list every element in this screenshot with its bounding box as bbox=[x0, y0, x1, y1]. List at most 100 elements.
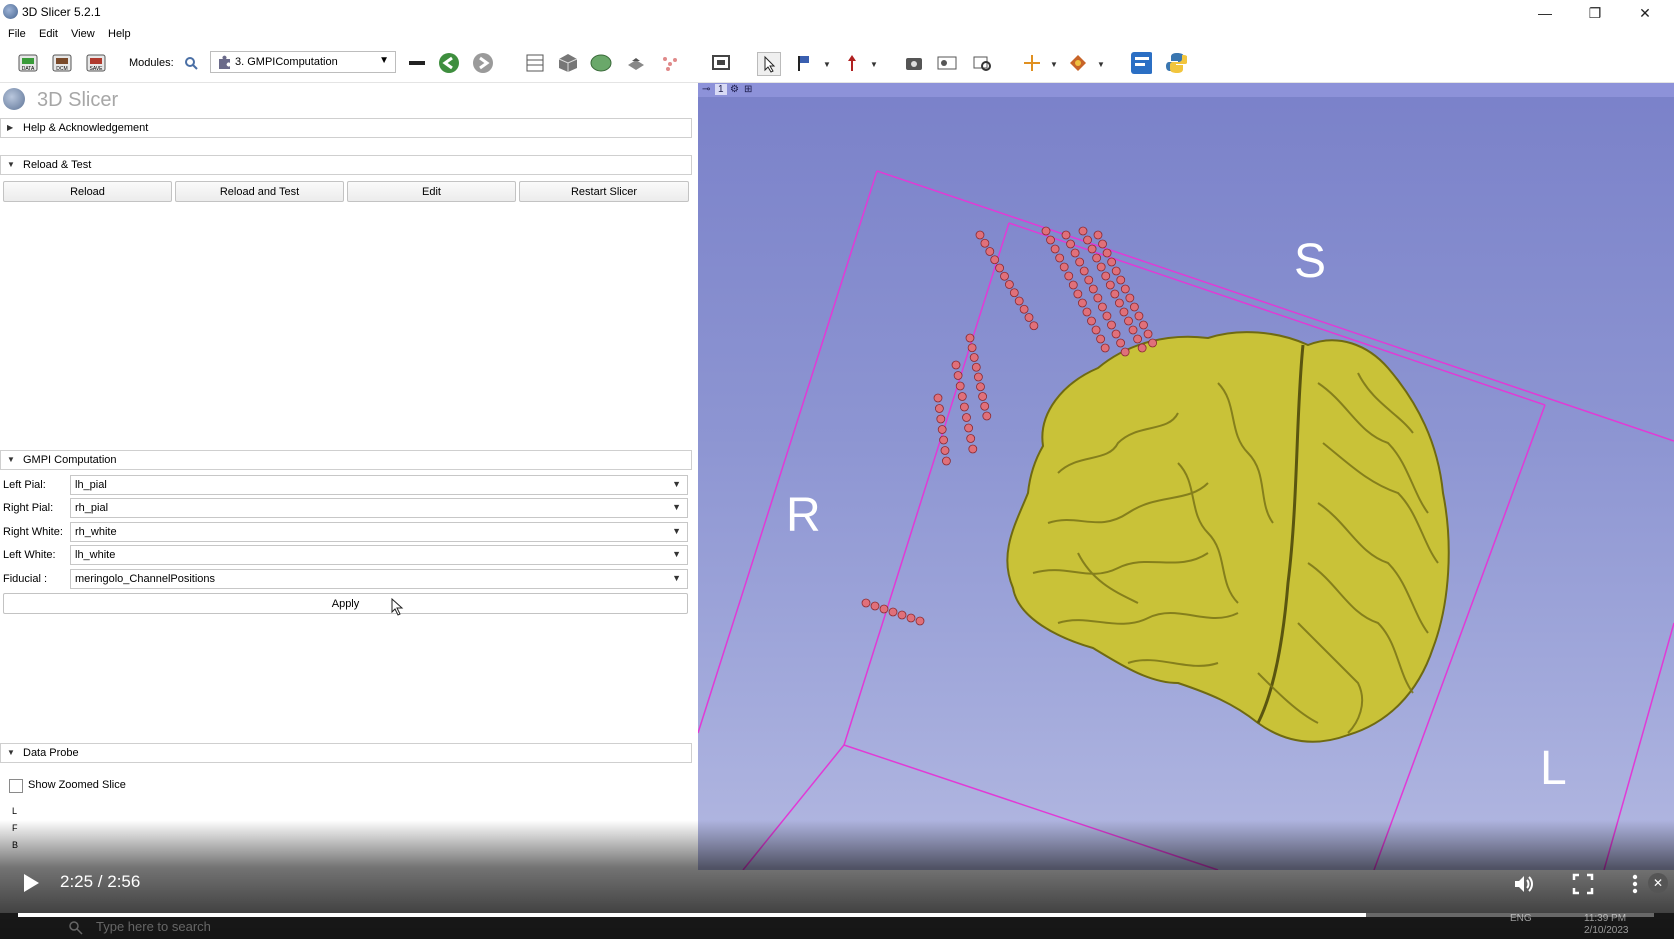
restart-slicer-button[interactable]: Restart Slicer bbox=[519, 181, 689, 202]
chevron-down-icon[interactable]: ▼ bbox=[823, 60, 831, 69]
fiducial-marker[interactable] bbox=[1061, 230, 1071, 240]
close-window-button[interactable]: ✕ bbox=[1620, 0, 1670, 26]
section-gmpi-computation[interactable]: ▼ GMPI Computation bbox=[0, 450, 692, 470]
fiducial-marker[interactable] bbox=[1078, 226, 1088, 236]
fiducial-marker[interactable] bbox=[995, 263, 1005, 273]
fiducial-marker[interactable] bbox=[1100, 343, 1110, 353]
tray-clock-date[interactable]: 2/10/2023 bbox=[1584, 925, 1629, 936]
fiducial-marker[interactable] bbox=[1143, 329, 1153, 339]
fiducial-marker[interactable] bbox=[980, 238, 990, 248]
fiducial-marker[interactable] bbox=[1092, 253, 1102, 263]
fiducial-marker[interactable] bbox=[1004, 280, 1014, 289]
show-zoomed-slice-checkbox[interactable] bbox=[9, 779, 23, 793]
volume-button[interactable] bbox=[1512, 872, 1536, 896]
right-white-select[interactable]: rh_white ▼ bbox=[70, 522, 688, 542]
play-button[interactable] bbox=[20, 872, 42, 894]
fiducial-marker[interactable] bbox=[967, 343, 977, 353]
fiducial-marker[interactable] bbox=[897, 610, 907, 620]
fiducial-marker[interactable] bbox=[1055, 253, 1065, 263]
fiducial-marker[interactable] bbox=[1133, 334, 1143, 344]
fiducial-marker[interactable] bbox=[1014, 296, 1024, 306]
fiducial-marker[interactable] bbox=[1024, 313, 1034, 322]
fiducial-marker[interactable] bbox=[1087, 244, 1097, 254]
volume-render-button[interactable] bbox=[590, 52, 612, 74]
fiducial-marker[interactable] bbox=[1128, 325, 1138, 335]
fiducial-marker[interactable] bbox=[965, 333, 975, 343]
chevron-down-icon[interactable]: ▼ bbox=[870, 60, 878, 69]
section-help[interactable]: ▶ Help & Acknowledgement bbox=[0, 118, 692, 138]
fiducial-marker[interactable] bbox=[1107, 257, 1117, 267]
module-history-button[interactable] bbox=[406, 52, 428, 74]
close-overlay-button[interactable]: ✕ bbox=[1648, 873, 1668, 893]
screenshot-button[interactable] bbox=[710, 52, 732, 74]
fiducial-marker[interactable] bbox=[933, 393, 943, 403]
fiducial-marker[interactable] bbox=[969, 353, 979, 362]
fiducial-marker[interactable] bbox=[1079, 266, 1089, 276]
dcm-button[interactable]: DCM bbox=[51, 52, 73, 74]
fiducial-marker[interactable] bbox=[906, 613, 916, 623]
fiducial-marker[interactable] bbox=[1107, 320, 1116, 330]
layout-conventional-button[interactable] bbox=[524, 52, 546, 74]
fiducial-marker[interactable] bbox=[879, 604, 889, 614]
fiducial-marker[interactable] bbox=[1096, 262, 1106, 272]
fiducial-marker[interactable] bbox=[1129, 302, 1139, 312]
fiducial-marker[interactable] bbox=[1091, 325, 1101, 335]
fiducial-marker[interactable] bbox=[1098, 239, 1107, 249]
fiducial-marker[interactable] bbox=[1050, 244, 1060, 254]
fiducial-marker[interactable] bbox=[1148, 338, 1158, 348]
fiducial-marker[interactable] bbox=[1093, 293, 1103, 303]
load-data-button[interactable]: DATA bbox=[17, 52, 39, 74]
extensions-manager-button[interactable] bbox=[1130, 52, 1152, 74]
fiducial-marker[interactable] bbox=[1046, 235, 1055, 245]
fiducial-marker[interactable] bbox=[1073, 289, 1083, 299]
module-selector[interactable]: 3. GMPIComputation ▼ bbox=[210, 51, 396, 73]
menu-help[interactable]: Help bbox=[108, 28, 131, 40]
chevron-down-icon[interactable]: ▼ bbox=[1050, 60, 1058, 69]
forward-button[interactable] bbox=[472, 52, 494, 74]
fiducial-marker[interactable] bbox=[1119, 307, 1129, 317]
fiducial-marker[interactable] bbox=[1082, 307, 1092, 317]
fiducial-marker[interactable] bbox=[1116, 338, 1126, 348]
fiducial-marker[interactable] bbox=[1084, 275, 1094, 285]
fiducial-marker[interactable] bbox=[1075, 257, 1085, 267]
fiducial-marker[interactable] bbox=[1000, 271, 1009, 281]
fiducial-marker[interactable] bbox=[936, 414, 946, 424]
reload-and-test-button[interactable]: Reload and Test bbox=[175, 181, 344, 202]
fiducial-select[interactable]: meringolo_ChannelPositions ▼ bbox=[70, 569, 688, 589]
section-data-probe[interactable]: ▼ Data Probe bbox=[0, 743, 692, 763]
fiducial-marker[interactable] bbox=[934, 404, 944, 413]
fiducial-marker[interactable] bbox=[955, 381, 965, 391]
fiducial-marker[interactable] bbox=[1137, 343, 1147, 353]
fiducial-marker[interactable] bbox=[941, 456, 951, 466]
fiducial-marker[interactable] bbox=[953, 371, 963, 380]
fiducial-marker[interactable] bbox=[1088, 284, 1098, 294]
fiducial-marker[interactable] bbox=[1134, 311, 1144, 321]
fiducial-marker[interactable] bbox=[1114, 298, 1124, 308]
fiducial-marker[interactable] bbox=[915, 616, 925, 626]
fiducial-marker[interactable] bbox=[1029, 321, 1039, 331]
fiducial-marker[interactable] bbox=[1139, 320, 1148, 330]
fiducial-marker[interactable] bbox=[1101, 271, 1111, 281]
fiducial-marker[interactable] bbox=[1110, 289, 1120, 299]
fiducial-marker[interactable] bbox=[940, 446, 950, 455]
fiducial-marker[interactable] bbox=[1019, 304, 1029, 314]
fiducial-marker[interactable] bbox=[1041, 226, 1051, 236]
left-white-select[interactable]: lh_white ▼ bbox=[70, 545, 688, 565]
fiducial-marker[interactable] bbox=[1070, 248, 1080, 258]
fiducial-marker[interactable] bbox=[939, 435, 949, 445]
fiducial-marker[interactable] bbox=[1093, 230, 1103, 240]
fiducial-marker[interactable] bbox=[1077, 298, 1087, 308]
fiducial-marker[interactable] bbox=[1125, 293, 1135, 303]
fullscreen-button[interactable] bbox=[1571, 872, 1595, 896]
capture-tool-button[interactable] bbox=[972, 52, 994, 74]
view-link-button[interactable] bbox=[1067, 52, 1089, 74]
fiducial-marker[interactable] bbox=[1102, 311, 1112, 321]
fiducial-marker[interactable] bbox=[1087, 316, 1096, 326]
left-pial-select[interactable]: lh_pial ▼ bbox=[70, 475, 688, 495]
taskbar-search[interactable]: Type here to search bbox=[58, 917, 368, 937]
fiducial-marker[interactable] bbox=[870, 601, 880, 611]
minimize-button[interactable]: — bbox=[1520, 0, 1570, 26]
fiducial-marker[interactable] bbox=[861, 598, 871, 608]
fiducial-marker[interactable] bbox=[978, 392, 988, 401]
fiducial-marker[interactable] bbox=[937, 425, 947, 434]
